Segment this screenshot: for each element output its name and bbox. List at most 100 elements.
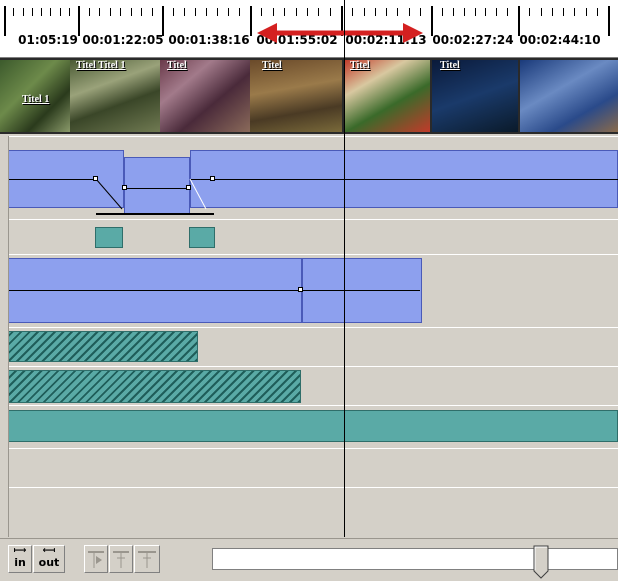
transition-marker[interactable]: [189, 227, 215, 248]
keyframe-handle[interactable]: [298, 287, 303, 292]
music-track[interactable]: [0, 405, 618, 449]
set-out-button[interactable]: ⟻ out: [33, 545, 65, 573]
thumbnail-title: Titel 1: [22, 94, 50, 105]
ruler-minor-tick: [295, 8, 297, 16]
transition-marker[interactable]: [95, 227, 123, 248]
ruler-minor-tick: [374, 8, 376, 16]
effect-track[interactable]: [0, 327, 618, 367]
playhead-cursor[interactable]: [344, 0, 345, 537]
thumbnail-title: Titel Titel 1: [76, 60, 126, 71]
set-in-icon: ⟼: [13, 546, 27, 556]
set-out-label: out: [38, 556, 60, 569]
set-in-label: in: [14, 556, 26, 569]
ruler-minor-tick: [596, 8, 598, 16]
keyframe-handle[interactable]: [186, 185, 191, 190]
ruler-minor-tick: [452, 8, 454, 16]
ruler-minor-tick: [217, 8, 218, 16]
keyframe-handle[interactable]: [210, 176, 215, 181]
ruler-minor-tick: [529, 8, 531, 16]
ruler-minor-tick: [109, 8, 111, 16]
thumbnail-title: Titel: [262, 60, 282, 71]
ruler-minor-tick: [474, 8, 476, 16]
effect-clip[interactable]: [8, 370, 301, 403]
volume-line: [190, 179, 618, 180]
ruler-minor-tick: [329, 8, 331, 16]
ruler-major-tick: [78, 6, 80, 36]
thumbnail-title: Titel: [167, 60, 187, 71]
set-in-button[interactable]: ⟼ in: [8, 545, 32, 573]
zoom-slider-thumb[interactable]: [533, 545, 549, 579]
video-track[interactable]: [0, 136, 618, 220]
volume-line: [0, 290, 420, 291]
ruler-minor-tick: [261, 8, 263, 16]
ruler-minor-tick: [496, 8, 498, 16]
timecode-label: 01:05:19: [18, 33, 78, 47]
ruler-minor-tick: [50, 8, 52, 16]
marker-split-icon: [138, 551, 156, 568]
ruler-minor-tick: [99, 8, 100, 16]
marker-icon: [113, 551, 129, 568]
ruler-minor-tick: [386, 8, 387, 16]
ruler-minor-tick: [195, 8, 196, 16]
ruler-minor-tick: [585, 8, 587, 16]
ruler-minor-tick: [184, 8, 185, 16]
music-clip[interactable]: [8, 410, 618, 442]
timecode-label: 00:02:27:24: [432, 33, 514, 47]
ruler-minor-tick: [408, 8, 410, 16]
thumbnail-title: Titel: [440, 60, 460, 71]
ruler-minor-tick: [68, 8, 70, 16]
ruler-major-tick: [162, 6, 164, 36]
ruler-minor-tick: [206, 8, 207, 16]
effect-clip[interactable]: [8, 331, 198, 362]
ruler-minor-tick: [463, 8, 465, 16]
ruler-minor-tick: [141, 8, 142, 16]
keyframe-handle[interactable]: [122, 185, 127, 190]
volume-line: [0, 179, 96, 180]
ruler-major-tick: [608, 6, 610, 36]
ruler-minor-tick: [130, 8, 132, 16]
ruler-minor-tick: [88, 8, 90, 16]
video-thumbnail: [520, 60, 618, 132]
marker-split-button[interactable]: [134, 545, 160, 573]
ruler-minor-tick: [574, 8, 576, 16]
ruler-major-tick: [4, 6, 6, 36]
thumbnail-title: Titel: [350, 60, 370, 71]
ruler-minor-tick: [284, 8, 286, 16]
effect-track[interactable]: [0, 366, 618, 406]
empty-track[interactable]: [0, 487, 618, 539]
audio-track[interactable]: [0, 254, 618, 328]
ruler-minor-tick: [120, 8, 121, 16]
marker-button[interactable]: [109, 545, 133, 573]
ruler-minor-tick: [239, 8, 240, 16]
ruler-minor-tick: [228, 8, 229, 16]
ruler-minor-tick: [173, 8, 174, 16]
ruler-minor-tick: [59, 8, 61, 16]
ruler-major-tick: [431, 6, 433, 36]
timecode-label: 00:01:38:16: [168, 33, 250, 47]
ruler-minor-tick: [31, 8, 33, 16]
track-header-gutter: [0, 136, 9, 537]
transition-ramp-icon: [95, 178, 214, 215]
ruler-minor-tick: [507, 8, 509, 16]
ruler-minor-tick: [540, 8, 542, 16]
ruler-minor-tick: [419, 8, 421, 16]
double-arrow-icon: [257, 23, 423, 43]
ruler-minor-tick: [397, 8, 399, 16]
zoom-slider-track[interactable]: [212, 548, 618, 570]
ruler-minor-tick: [151, 8, 153, 16]
ruler-minor-tick: [22, 8, 24, 16]
timeline-ruler[interactable]: 01:05:19 00:01:22:05 00:01:38:16 00:01:5…: [0, 0, 618, 58]
ruler-minor-tick: [318, 8, 320, 16]
ruler-minor-tick: [306, 8, 308, 16]
transition-track[interactable]: [0, 219, 618, 255]
keyframe-handle[interactable]: [93, 176, 98, 181]
empty-track[interactable]: [0, 448, 618, 488]
ruler-minor-tick: [551, 8, 553, 16]
ruler-minor-tick: [13, 8, 15, 16]
set-out-icon: ⟻: [42, 546, 56, 556]
ruler-minor-tick: [485, 8, 487, 16]
ruler-minor-tick: [352, 8, 354, 16]
play-marker-button[interactable]: [84, 545, 108, 573]
video-thumbnail-strip[interactable]: Titel Titel 1 Titel 1 Titel Titel Titel …: [0, 58, 618, 134]
ruler-major-tick: [250, 6, 252, 36]
